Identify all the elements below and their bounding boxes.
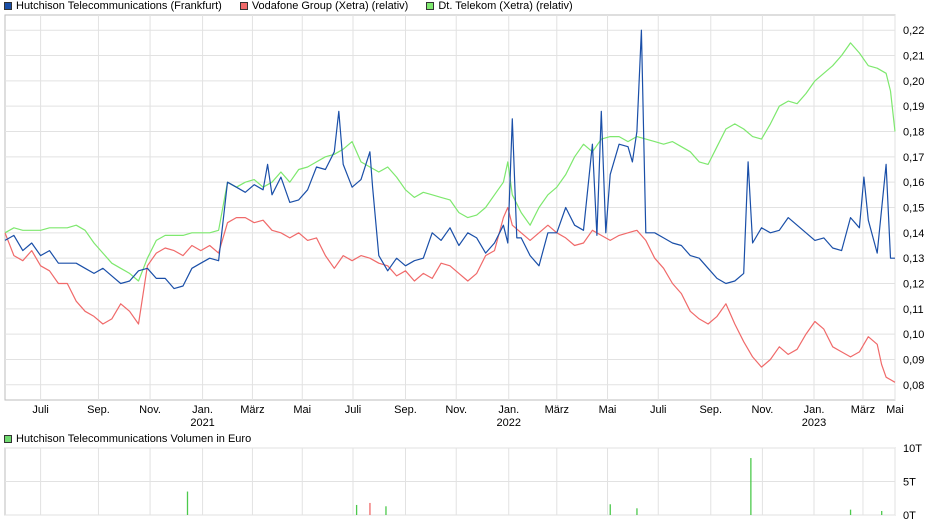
x-tick-label: Juli xyxy=(650,404,667,416)
y-tick-label: 0,21 xyxy=(903,51,924,63)
volume-bar xyxy=(369,502,371,515)
x-tick-label: Juli xyxy=(345,404,362,416)
x-tick-label: Mai xyxy=(293,404,311,416)
y-tick-label: 0,15 xyxy=(903,203,924,215)
volume-chart-legend: Hutchison Telecommunications Volumen in … xyxy=(4,433,269,445)
x-tick-label: März xyxy=(851,404,875,416)
y-tick-label: 0,20 xyxy=(903,76,924,88)
volume-y-tick-label: 10T xyxy=(903,443,922,455)
y-tick-label: 0,09 xyxy=(903,354,924,366)
volume-bar xyxy=(849,509,852,515)
x-tick-year-label: 2021 xyxy=(190,417,214,429)
volume-bar xyxy=(881,510,883,515)
x-tick-label: Jan. xyxy=(498,404,519,416)
volume-bar xyxy=(186,491,189,515)
x-tick-label: März xyxy=(240,404,264,416)
volume-y-tick-label: 0T xyxy=(903,510,916,522)
x-tick-label: Jan. xyxy=(192,404,213,416)
x-tick-label: Jan. xyxy=(804,404,825,416)
y-tick-label: 0,16 xyxy=(903,177,924,189)
volume-bar xyxy=(750,458,752,515)
volume-y-tick-label: 5T xyxy=(903,477,916,489)
legend-swatch-volume xyxy=(4,435,12,443)
x-tick-label: Sep. xyxy=(699,404,722,416)
y-tick-label: 0,13 xyxy=(903,253,924,265)
y-tick-label: 0,22 xyxy=(903,25,924,37)
x-tick-label: Mai xyxy=(599,404,617,416)
y-tick-label: 0,14 xyxy=(903,228,924,240)
x-tick-year-label: 2023 xyxy=(802,417,826,429)
x-tick-label: Juli xyxy=(32,404,49,416)
y-tick-label: 0,17 xyxy=(903,152,924,164)
y-tick-label: 0,19 xyxy=(903,101,924,113)
x-tick-label: Sep. xyxy=(87,404,110,416)
x-tick-label: Mai xyxy=(886,404,904,416)
x-tick-label: Nov. xyxy=(139,404,161,416)
price-line-chart: 0,08 0,09 0,10 0,11 0,12 0,13 0,14 0,15 0,16 0,17… xyxy=(4,14,924,429)
stock-chart: Hutchison Telecommunications (Frankfurt)… xyxy=(0,0,940,526)
x-tick-label: Nov. xyxy=(445,404,467,416)
x-tick-label: Sep. xyxy=(394,404,417,416)
volume-plot-area xyxy=(4,447,896,516)
x-tick-year-label: 2022 xyxy=(496,417,520,429)
volume-bar xyxy=(385,506,387,515)
legend-item-volume: Hutchison Telecommunications Volumen in … xyxy=(4,433,251,445)
x-tick-label: Nov. xyxy=(751,404,773,416)
x-tick-label: März xyxy=(545,404,569,416)
y-tick-label: 0,18 xyxy=(903,127,924,139)
y-tick-label: 0,11 xyxy=(903,304,924,316)
y-tick-label: 0,10 xyxy=(903,329,924,341)
volume-bar xyxy=(636,508,638,515)
volume-bar xyxy=(609,504,611,515)
y-tick-label: 0,08 xyxy=(903,380,924,392)
legend-label-volume: Hutchison Telecommunications Volumen in … xyxy=(16,433,252,445)
y-tick-label: 0,12 xyxy=(903,278,924,290)
volume-bar xyxy=(355,504,358,515)
